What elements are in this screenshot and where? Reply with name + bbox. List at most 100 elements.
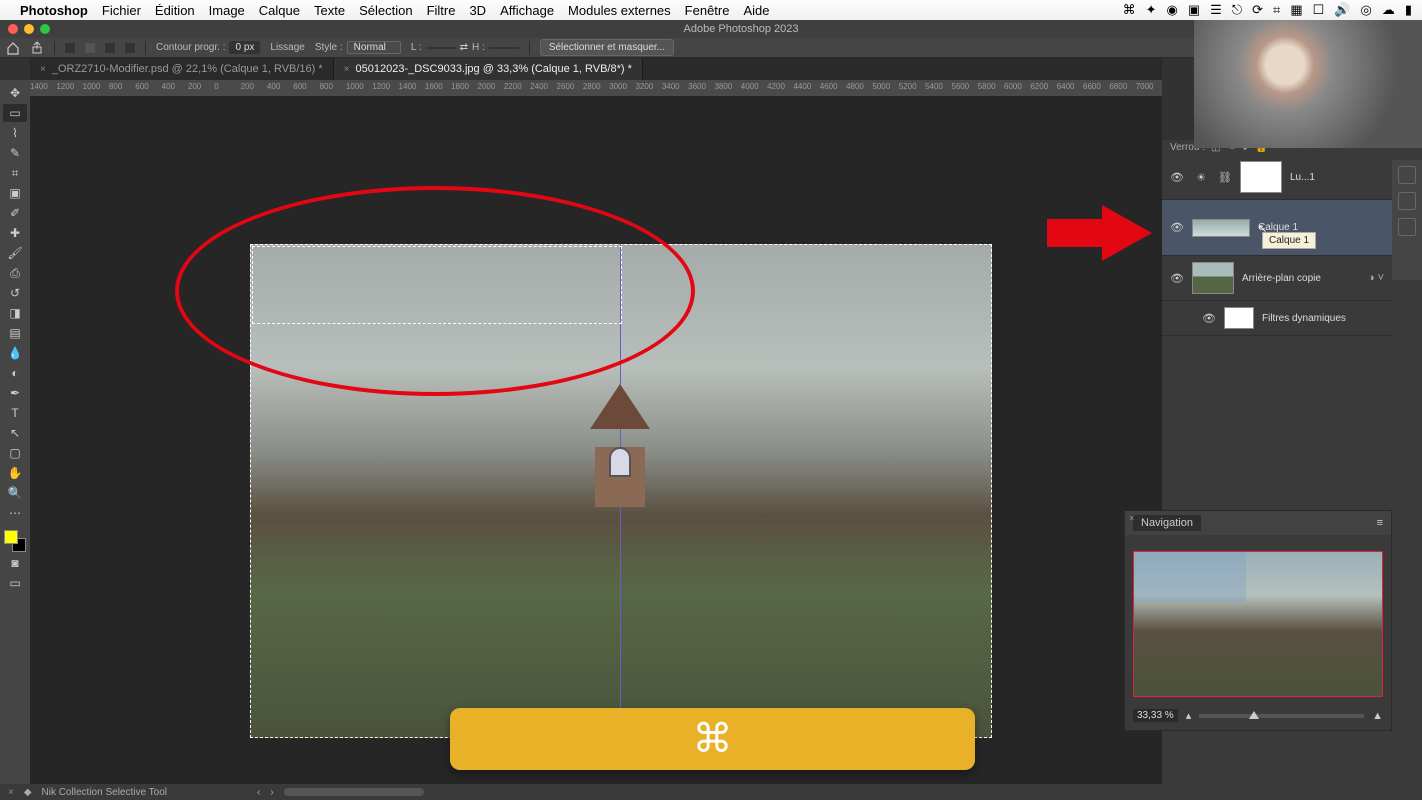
panel-icon[interactable] <box>1398 218 1416 236</box>
quick-selection-tool[interactable]: ✎ <box>3 144 27 162</box>
selection-intersect-icon[interactable] <box>125 43 135 53</box>
visibility-toggle-icon[interactable]: 👁 <box>1170 221 1184 235</box>
menu-fichier[interactable]: Fichier <box>102 3 141 18</box>
zoom-in-icon[interactable]: ▲ <box>1372 710 1383 722</box>
filter-mask-thumb[interactable] <box>1224 307 1254 329</box>
tray-icon[interactable]: ▣ <box>1188 2 1200 18</box>
nik-tool-label[interactable]: Nik Collection Selective Tool <box>42 787 167 798</box>
history-brush-tool[interactable]: ↺ <box>3 284 27 302</box>
healing-brush-tool[interactable]: ✚ <box>3 224 27 242</box>
horizontal-scrollbar[interactable] <box>284 788 424 796</box>
menu-image[interactable]: Image <box>209 3 245 18</box>
window-close-button[interactable] <box>8 24 18 34</box>
menu-calque[interactable]: Calque <box>259 3 300 18</box>
menu-3d[interactable]: 3D <box>469 3 486 18</box>
menu-modules-externes[interactable]: Modules externes <box>568 3 671 18</box>
height-input[interactable] <box>489 47 519 49</box>
layer-name[interactable]: Lu...1 <box>1290 172 1315 183</box>
eraser-tool[interactable]: ◨ <box>3 304 27 322</box>
zoom-slider[interactable] <box>1199 714 1364 718</box>
eyedropper-tool[interactable]: ✐ <box>3 204 27 222</box>
window-maximize-button[interactable] <box>40 24 50 34</box>
app-name[interactable]: Photoshop <box>20 3 88 18</box>
menu-edition[interactable]: Édition <box>155 3 195 18</box>
layer-row-filters[interactable]: 👁 Filtres dynamiques <box>1162 301 1392 336</box>
blur-tool[interactable]: 💧 <box>3 344 27 362</box>
frame-tool[interactable]: ▣ <box>3 184 27 202</box>
feather-input[interactable]: 0 px <box>229 41 260 54</box>
tray-icon[interactable]: ☐ <box>1313 2 1325 18</box>
selection-new-icon[interactable] <box>65 43 75 53</box>
tray-volume-icon[interactable]: 🔊 <box>1334 2 1350 18</box>
panel-close-icon[interactable]: × <box>1129 513 1134 523</box>
color-swatches[interactable] <box>4 530 26 552</box>
layer-name[interactable]: Arrière-plan copie <box>1242 273 1321 284</box>
tray-icon[interactable]: ⌗ <box>1273 2 1280 18</box>
dodge-tool[interactable]: ◐ <box>3 364 27 382</box>
document-tab[interactable]: × 05012023-_DSC9033.jpg @ 33,3% (Calque … <box>334 58 643 80</box>
scroll-arrow-right-icon[interactable]: › <box>270 787 273 798</box>
visibility-toggle-icon[interactable]: 👁 <box>1170 170 1184 184</box>
visibility-toggle-icon[interactable]: 👁 <box>1170 271 1184 285</box>
tray-icon[interactable]: ◉ <box>1167 2 1178 18</box>
layer-row-calque1[interactable]: 👁 Calque 1 ↖ Calque 1 <box>1162 200 1392 256</box>
lasso-tool[interactable]: ⌇ <box>3 124 27 142</box>
select-and-mask-button[interactable]: Sélectionner et masquer... <box>540 39 674 56</box>
panel-icon[interactable] <box>1398 166 1416 184</box>
layer-thumb[interactable] <box>1192 262 1234 294</box>
share-icon[interactable] <box>30 41 44 55</box>
edit-toolbar-icon[interactable]: ⋯ <box>3 504 27 522</box>
tray-icon[interactable]: ⎋ <box>1232 2 1242 18</box>
quick-mask-icon[interactable]: ◙ <box>3 554 27 572</box>
link-icon[interactable]: ⛓ <box>1218 171 1232 184</box>
layer-row-adjustment[interactable]: 👁 ☀ ⛓ Lu...1 <box>1162 155 1392 200</box>
navigator-tab[interactable]: Navigation <box>1133 515 1201 531</box>
navigator-thumbnail[interactable] <box>1133 551 1383 697</box>
tray-icon[interactable]: ✦ <box>1146 2 1157 18</box>
document-tab[interactable]: × _ORZ2710-Modifier.psd @ 22,1% (Calque … <box>30 58 334 80</box>
layer-name[interactable]: Filtres dynamiques <box>1262 313 1346 324</box>
layer-thumb[interactable] <box>1192 219 1250 237</box>
tray-icon[interactable]: ⟳ <box>1252 2 1263 18</box>
foreground-color-swatch[interactable] <box>4 530 18 544</box>
clone-stamp-tool[interactable]: ⎙ <box>3 264 27 282</box>
tray-flag-icon[interactable]: ▮ <box>1405 2 1412 18</box>
zoom-tool[interactable]: 🔍 <box>3 484 27 502</box>
panel-icon[interactable] <box>1398 192 1416 210</box>
tray-icon[interactable]: ◎ <box>1361 2 1372 18</box>
home-icon[interactable] <box>6 41 20 55</box>
selection-subtract-icon[interactable] <box>105 43 115 53</box>
canvas-area[interactable] <box>30 96 1162 784</box>
menu-texte[interactable]: Texte <box>314 3 345 18</box>
menu-selection[interactable]: Sélection <box>359 3 412 18</box>
status-close-icon[interactable]: × <box>8 787 14 798</box>
swap-wh-icon[interactable]: ⇄ <box>460 42 468 53</box>
panel-menu-icon[interactable]: ≡ <box>1377 517 1383 529</box>
tray-icon[interactable]: ▦ <box>1290 2 1302 18</box>
layer-mask-thumb[interactable] <box>1240 161 1282 193</box>
menu-affichage[interactable]: Affichage <box>500 3 554 18</box>
screen-mode-icon[interactable]: ▭ <box>3 574 27 592</box>
window-minimize-button[interactable] <box>24 24 34 34</box>
zoom-out-icon[interactable]: ▴ <box>1186 709 1192 722</box>
horizontal-ruler[interactable]: 1400120010008006004002000200400600800100… <box>30 80 1162 96</box>
crop-tool[interactable]: ⌗ <box>3 164 27 182</box>
gradient-tool[interactable]: ▤ <box>3 324 27 342</box>
zoom-value[interactable]: 33,33 % <box>1133 709 1178 722</box>
tray-icon[interactable]: ☰ <box>1210 2 1222 18</box>
smart-filter-badge-icon[interactable]: ◑ ˅ <box>1368 272 1384 284</box>
visibility-toggle-icon[interactable]: 👁 <box>1202 311 1216 325</box>
tray-icon[interactable]: ⌘ <box>1123 2 1136 18</box>
style-select[interactable]: Normal <box>347 41 401 54</box>
hand-tool[interactable]: ✋ <box>3 464 27 482</box>
menu-aide[interactable]: Aide <box>743 3 769 18</box>
menu-fenetre[interactable]: Fenêtre <box>685 3 730 18</box>
layer-row-bg-copy[interactable]: 👁 Arrière-plan copie ◑ ˅ <box>1162 256 1392 301</box>
scroll-arrow-left-icon[interactable]: ‹ <box>257 787 260 798</box>
adjustment-icon[interactable]: ☀ <box>1192 171 1210 184</box>
rectangular-marquee-tool[interactable]: ▭ <box>3 104 27 122</box>
pen-tool[interactable]: ✒ <box>3 384 27 402</box>
menu-filtre[interactable]: Filtre <box>427 3 456 18</box>
selection-add-icon[interactable] <box>85 43 95 53</box>
tab-close-icon[interactable]: × <box>40 64 46 75</box>
